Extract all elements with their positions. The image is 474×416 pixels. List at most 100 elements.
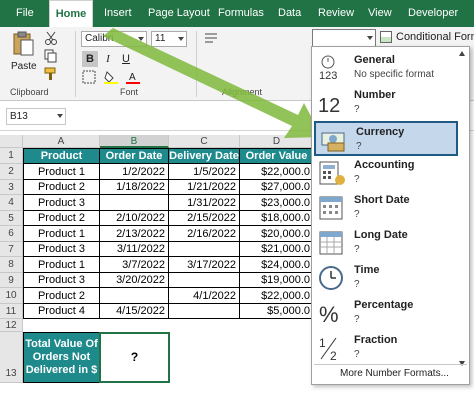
row-header[interactable]: 12 <box>0 319 23 332</box>
scroll-up-icon[interactable] <box>459 51 465 56</box>
delivery-date-cell[interactable]: 2/16/2022 <box>168 226 240 242</box>
product-cell[interactable]: Product 2 <box>23 180 100 195</box>
table-header-order-date[interactable]: Order Date <box>99 148 169 164</box>
order-value-cell[interactable]: $20,000.0 <box>239 226 314 242</box>
font-size-select[interactable]: 11 <box>151 31 187 47</box>
cut-icon[interactable] <box>44 31 58 45</box>
select-all-corner[interactable] <box>0 135 23 148</box>
table-header-order-value[interactable]: Order Value <box>239 148 314 164</box>
column-header-a[interactable]: A <box>23 135 100 148</box>
product-cell[interactable]: Product 3 <box>23 273 100 288</box>
order-date-cell[interactable] <box>99 195 169 211</box>
tab-view[interactable]: View <box>368 0 392 27</box>
column-header-b[interactable]: B <box>100 135 169 148</box>
order-date-cell[interactable]: 1/18/2022 <box>99 180 169 195</box>
number-format-select[interactable] <box>312 29 376 47</box>
order-date-cell[interactable]: 2/10/2022 <box>99 211 169 226</box>
tab-page-layout[interactable]: Page Layout <box>148 0 210 27</box>
table-header-product[interactable]: Product <box>23 148 100 164</box>
delivery-date-cell[interactable]: 3/17/2022 <box>168 257 240 273</box>
order-value-cell[interactable]: $22,000.0 <box>239 164 314 180</box>
tab-insert[interactable]: Insert <box>104 0 132 27</box>
row-header[interactable]: 8 <box>0 257 23 273</box>
order-value-cell[interactable]: $24,000.0 <box>239 257 314 273</box>
name-box[interactable]: B13 <box>6 108 66 125</box>
order-date-cell[interactable]: 1/2/2022 <box>99 164 169 180</box>
number-format-number[interactable]: 12 Number? <box>314 86 458 121</box>
row-header[interactable]: 9 <box>0 273 23 288</box>
row-header[interactable]: 5 <box>0 211 23 226</box>
number-format-percentage[interactable]: % Percentage? <box>314 296 458 331</box>
row-header[interactable]: 4 <box>0 195 23 211</box>
column-header-d[interactable]: D <box>240 135 314 148</box>
order-value-cell[interactable]: $27,000.0 <box>239 180 314 195</box>
tab-review[interactable]: Review <box>318 0 354 27</box>
number-format-accounting[interactable]: Accounting? <box>314 156 458 191</box>
product-cell[interactable]: Product 1 <box>23 164 100 180</box>
product-cell[interactable]: Product 1 <box>23 257 100 273</box>
copy-icon[interactable] <box>44 49 58 63</box>
number-format-general[interactable]: 123 General No specific format <box>314 51 458 86</box>
order-value-cell[interactable]: $19,000.0 <box>239 273 314 288</box>
number-format-short-date[interactable]: Short Date? <box>314 191 458 226</box>
delivery-date-cell[interactable]: 1/31/2022 <box>168 195 240 211</box>
font-color-icon[interactable]: A <box>126 70 140 84</box>
borders-icon[interactable] <box>82 70 96 84</box>
row-header[interactable]: 7 <box>0 242 23 257</box>
product-cell[interactable]: Product 2 <box>23 288 100 304</box>
tab-developer[interactable]: Developer <box>408 0 458 27</box>
product-cell[interactable]: Product 4 <box>23 304 100 319</box>
order-date-cell[interactable]: 3/11/2022 <box>99 242 169 257</box>
delivery-date-cell[interactable]: 4/1/2022 <box>168 288 240 304</box>
fill-color-icon[interactable] <box>104 70 118 84</box>
product-cell[interactable]: Product 3 <box>23 195 100 211</box>
table-header-delivery-date[interactable]: Delivery Date <box>168 148 240 164</box>
tab-data[interactable]: Data <box>278 0 301 27</box>
font-name-select[interactable]: Calibri <box>81 31 147 47</box>
delivery-date-cell[interactable]: 1/5/2022 <box>168 164 240 180</box>
order-date-cell[interactable]: 3/7/2022 <box>99 257 169 273</box>
row-header[interactable]: 2 <box>0 164 23 180</box>
total-value-cell[interactable]: ? <box>99 332 170 383</box>
order-value-cell[interactable]: $5,000.0 <box>239 304 314 319</box>
more-number-formats-link[interactable]: More Number Formats... <box>314 364 467 382</box>
row-header[interactable]: 13 <box>0 332 23 383</box>
order-date-cell[interactable] <box>99 288 169 304</box>
tab-formulas[interactable]: Formulas <box>218 0 264 27</box>
order-date-cell[interactable]: 4/15/2022 <box>99 304 169 319</box>
tab-file[interactable]: File <box>16 0 34 27</box>
product-cell[interactable]: Product 1 <box>23 226 100 242</box>
order-date-cell[interactable]: 2/13/2022 <box>99 226 169 242</box>
dropdown-scrollbar[interactable] <box>457 49 467 368</box>
row-header[interactable]: 1 <box>0 148 23 164</box>
number-format-currency[interactable]: Currency? <box>314 121 458 156</box>
format-painter-icon[interactable] <box>44 67 58 81</box>
tab-home[interactable]: Home <box>49 0 93 27</box>
row-header[interactable]: 11 <box>0 304 23 319</box>
total-value-label[interactable]: Total Value Of Orders Not Delivered in $ <box>23 332 100 383</box>
delivery-date-cell[interactable] <box>168 273 240 288</box>
number-format-long-date[interactable]: Long Date? <box>314 226 458 261</box>
number-format-time[interactable]: Time? <box>314 261 458 296</box>
row-header[interactable]: 3 <box>0 180 23 195</box>
delivery-date-cell[interactable]: 1/21/2022 <box>168 180 240 195</box>
order-value-cell[interactable]: $23,000.0 <box>239 195 314 211</box>
order-value-cell[interactable]: $18,000.0 <box>239 211 314 226</box>
order-value-cell[interactable]: $21,000.0 <box>239 242 314 257</box>
align-top-icon[interactable] <box>204 31 218 45</box>
product-cell[interactable]: Product 3 <box>23 242 100 257</box>
underline-button[interactable]: U <box>118 51 134 67</box>
paste-button[interactable]: Paste <box>6 31 40 77</box>
delivery-date-cell[interactable] <box>168 242 240 257</box>
bold-button[interactable]: B <box>82 51 98 67</box>
column-header-c[interactable]: C <box>169 135 240 148</box>
product-cell[interactable]: Product 2 <box>23 211 100 226</box>
conditional-formatting-button[interactable]: Conditional Forma <box>396 31 474 43</box>
order-date-cell[interactable]: 3/20/2022 <box>99 273 169 288</box>
delivery-date-cell[interactable] <box>168 304 240 319</box>
row-header[interactable]: 10 <box>0 288 23 304</box>
row-header[interactable]: 6 <box>0 226 23 242</box>
number-format-fraction[interactable]: 1 2 Fraction? <box>314 331 458 366</box>
order-value-cell[interactable]: $22,000.0 <box>239 288 314 304</box>
italic-button[interactable]: I <box>100 51 116 67</box>
